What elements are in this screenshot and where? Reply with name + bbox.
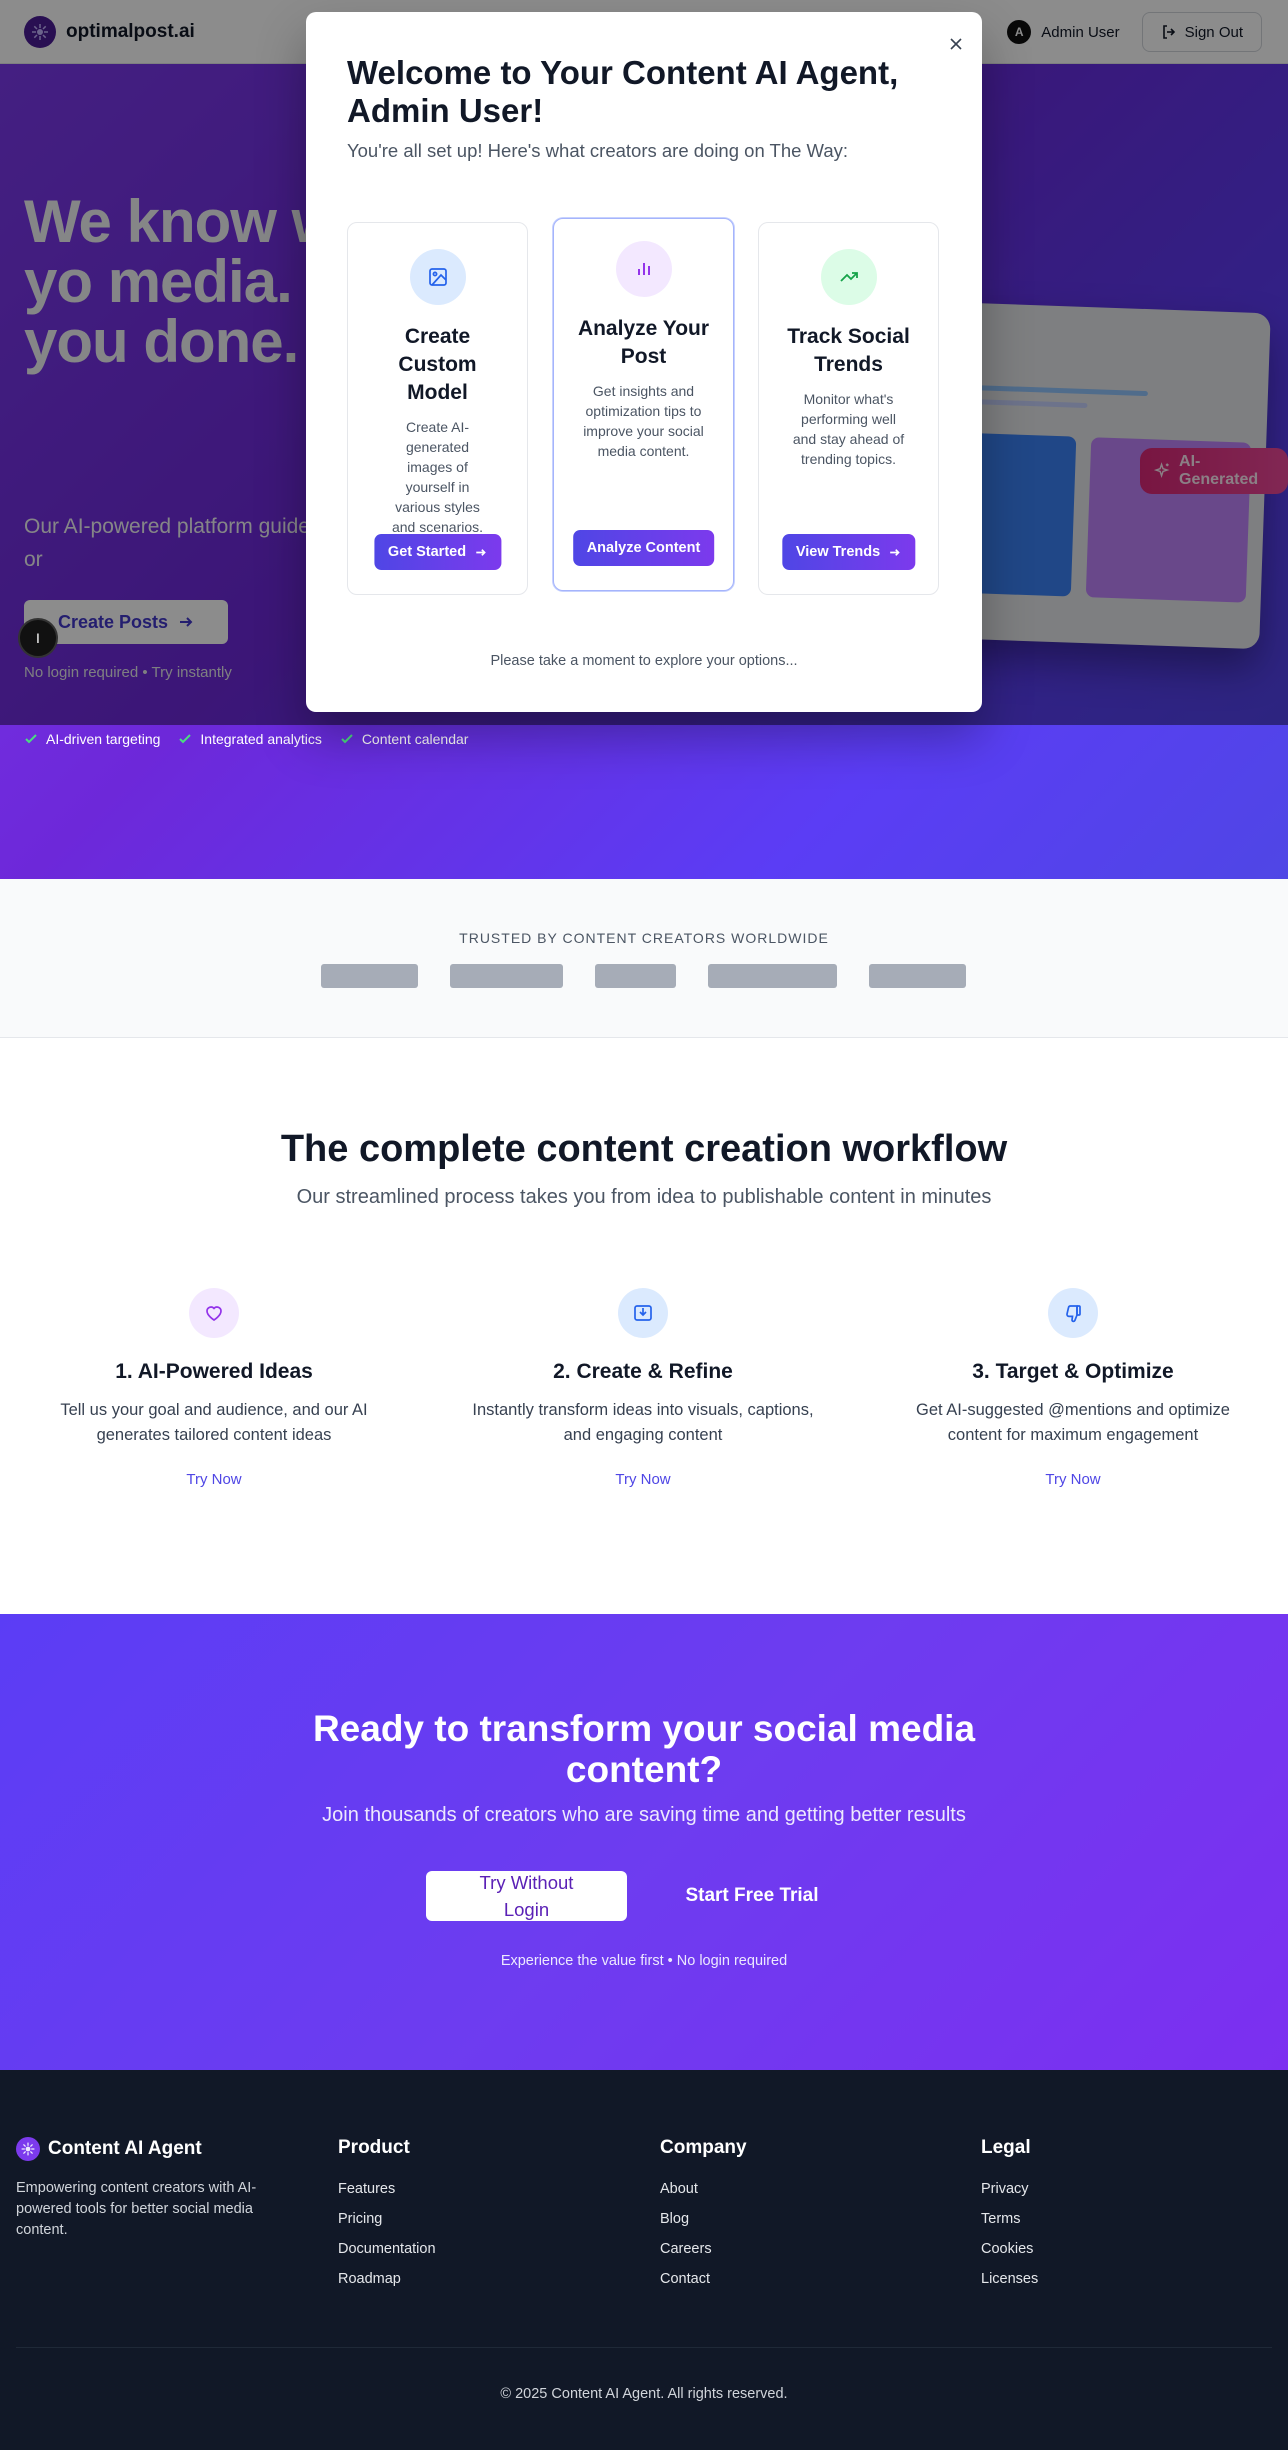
card-description: Get insights and optimization tips to im… [583,383,704,459]
partner-logo [708,964,837,988]
hero-feature-list: AI-driven targeting Integrated analytics… [24,731,468,747]
option-card-analyze-post[interactable]: Analyze Your Post Get insights and optim… [553,218,734,591]
view-trends-button[interactable]: View Trends [781,534,916,570]
modal-title: Welcome to Your Content AI Agent, Admin … [347,54,899,129]
copyright: © 2025 Content AI Agent. All rights rese… [500,2386,788,2402]
workflow-step: 2. Create & Refine Instantly transform i… [463,1288,823,1489]
button-label: View Trends [795,544,881,560]
modal-subtitle: You're all set up! Here's what creators … [347,140,849,161]
footer-link[interactable]: Roadmap [338,2271,436,2287]
footer-column-product: Product Features Pricing Documentation R… [338,2137,436,2301]
close-icon[interactable] [946,34,966,54]
footer-tagline: Empowering content creators with AI-powe… [16,2180,257,2238]
footer-divider [16,2347,1272,2348]
workflow-title: The complete content creation workflow [280,1128,1008,1170]
workflow-subtitle: Our streamlined process takes you from i… [296,1186,992,1208]
feature-label: Content calendar [361,731,469,747]
footer-link[interactable]: Cookies [981,2241,1038,2257]
footer-column-title: Legal [981,2137,1031,2158]
feature-label: Integrated analytics [200,731,322,747]
modal-footer-text: Please take a moment to explore your opt… [490,653,798,669]
try-without-login-button[interactable]: Try Without Login [426,1871,627,1921]
bar-chart-icon [615,241,672,297]
card-title: Track Social Trends [787,325,910,376]
footer-column-legal: Legal Privacy Terms Cookies Licenses [981,2137,1038,2301]
step-title: 3. Target & Optimize [972,1360,1174,1383]
footer-link[interactable]: Terms [981,2211,1038,2227]
workflow-step: 3. Target & Optimize Get AI-suggested @m… [893,1288,1253,1489]
welcome-modal: Welcome to Your Content AI Agent, Admin … [306,12,982,712]
site-footer: Content AI Agent Empowering content crea… [0,2070,1288,2450]
step-description: Tell us your goal and audience, and our … [60,1401,368,1444]
footer-link[interactable]: Contact [660,2271,747,2287]
footer-link[interactable]: Features [338,2181,436,2197]
workflow-step: 1. AI-Powered Ideas Tell us your goal an… [34,1288,394,1489]
step-title: 1. AI-Powered Ideas [115,1360,313,1383]
try-now-link[interactable]: Try Now [1045,1471,1100,1488]
footer-link[interactable]: Blog [660,2211,747,2227]
footer-link[interactable]: Careers [660,2241,747,2257]
try-now-link[interactable]: Try Now [615,1471,670,1488]
footer-column-title: Product [338,2137,410,2158]
button-label: Try Without Login [479,1872,574,1920]
feature-item: AI-driven targeting [24,731,160,747]
trusted-title: TRUSTED BY CONTENT CREATORS WORLDWIDE [459,930,829,946]
arrow-right-icon [890,548,900,556]
cta-note: Experience the value first • No login re… [500,1953,788,1969]
cta-subtitle: Join thousands of creators who are savin… [322,1804,966,1826]
card-description: Create AI-generated images of yourself i… [391,419,484,535]
footer-link[interactable]: About [660,2181,747,2197]
partner-logo [450,964,563,988]
feature-label: AI-driven targeting [46,731,161,747]
try-now-link[interactable]: Try Now [186,1471,241,1488]
step-description: Instantly transform ideas into visuals, … [472,1401,814,1444]
start-free-trial-button[interactable]: Start Free Trial [660,1871,844,1921]
partner-logo [321,964,418,988]
get-started-button[interactable]: Get Started [373,534,502,570]
thumbs-down-icon [1048,1288,1098,1338]
image-icon [409,249,466,305]
button-label: Analyze Content [586,540,701,556]
download-icon [618,1288,668,1338]
logo-icon [16,2137,40,2161]
footer-brand[interactable]: Content AI Agent [16,2137,202,2161]
check-icon [179,734,192,744]
option-card-create-model[interactable]: Create Custom Model Create AI-generated … [347,222,528,595]
footer-link[interactable]: Licenses [981,2271,1038,2287]
option-card-track-trends[interactable]: Track Social Trends Monitor what's perfo… [758,222,939,595]
partner-logo [595,964,676,988]
feature-item: Integrated analytics [178,731,322,747]
card-title: Create Custom Model [398,325,477,404]
trusted-by-section: TRUSTED BY CONTENT CREATORS WORLDWIDE [0,879,1288,1038]
footer-link[interactable]: Privacy [981,2181,1038,2197]
step-title: 2. Create & Refine [553,1360,733,1383]
footer-column-title: Company [660,2137,747,2158]
card-title: Analyze Your Post [577,317,710,368]
card-description: Monitor what's performing well and stay … [792,391,905,467]
footer-link[interactable]: Documentation [338,2241,436,2257]
cta-title: Ready to transform your social media con… [312,1708,976,1790]
step-description: Get AI-suggested @mentions and optimize … [916,1401,1230,1444]
heart-icon [189,1288,239,1338]
analyze-content-button[interactable]: Analyze Content [572,530,715,566]
chat-launcher-button[interactable]: I [18,618,58,658]
footer-brand-name: Content AI Agent [48,2138,202,2159]
arrow-right-icon [475,548,486,556]
partner-logo [869,964,966,988]
footer-column-company: Company About Blog Careers Contact [660,2137,747,2301]
feature-item: Content calendar [340,731,469,747]
button-label: Get Started [387,544,467,560]
check-icon [25,734,37,744]
footer-link[interactable]: Pricing [338,2211,436,2227]
trending-up-icon [820,249,877,305]
cta-section: Ready to transform your social media con… [0,1614,1288,2070]
check-icon [341,734,353,744]
